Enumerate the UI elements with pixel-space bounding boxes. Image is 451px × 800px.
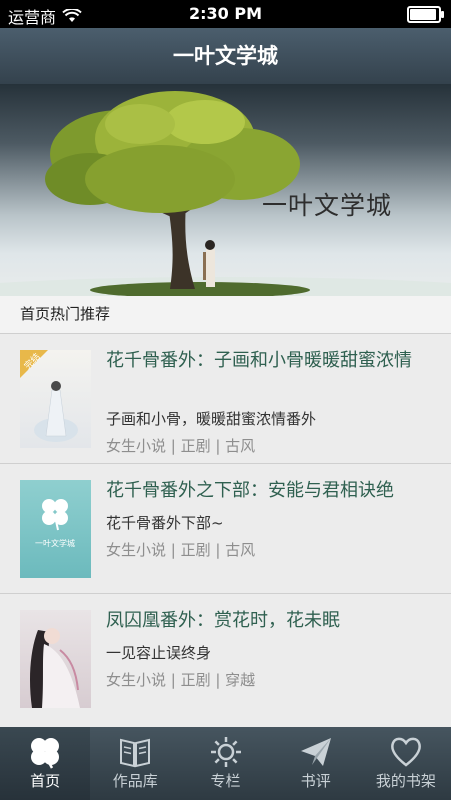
tab-library[interactable]: 作品库: [90, 727, 180, 800]
book-title: 花千骨番外：子画和小骨暖暖甜蜜浓情: [106, 350, 412, 371]
book-title: 花千骨番外之下部：安能与君相诀绝: [106, 480, 394, 501]
book-list-item[interactable]: 完结 花千骨番外：子画和小骨暖暖甜蜜浓情 子画和小骨，暖暖甜蜜浓情番外 女生小说…: [0, 334, 451, 464]
tab-label: 专栏: [210, 772, 241, 790]
heart-icon: [391, 737, 421, 767]
sun-icon: [210, 737, 241, 767]
cover-text: 一叶文学城: [35, 538, 75, 548]
book-tags: 女生小说 | 正剧 | 古风: [106, 437, 256, 455]
tab-column[interactable]: 专栏: [180, 727, 270, 800]
tab-bar: 首页 作品库 专栏 书评 我的书架: [0, 727, 451, 800]
book-list-item[interactable]: 凤囚凰番外：赏花时，花未眠 一见容止误终身 女生小说 | 正剧 | 穿越: [0, 594, 451, 723]
book-title: 凤囚凰番外：赏花时，花未眠: [106, 610, 340, 631]
book-tags: 女生小说 | 正剧 | 古风: [106, 541, 256, 559]
book-cover: 一叶文学城: [20, 480, 91, 578]
book-description: 花千骨番外下部~: [106, 514, 224, 532]
clover-icon: [42, 499, 68, 531]
book-cover: [20, 610, 91, 708]
tab-label: 书评: [300, 772, 331, 790]
tab-label: 我的书架: [375, 772, 436, 790]
tab-reviews[interactable]: 书评: [271, 727, 361, 800]
nav-bar: 一叶文学城: [0, 28, 451, 84]
tab-label: 首页: [30, 772, 61, 790]
section-header: 首页热门推荐: [0, 296, 451, 334]
section-title: 首页热门推荐: [20, 305, 111, 323]
book-list-item[interactable]: 一叶文学城 花千骨番外之下部：安能与君相诀绝 花千骨番外下部~ 女生小说 | 正…: [0, 464, 451, 594]
book-description: 子画和小骨，暖暖甜蜜浓情番外: [106, 410, 317, 428]
paper-plane-icon: [300, 738, 331, 766]
clover-icon: [31, 738, 60, 769]
battery-icon: [407, 6, 444, 23]
page-title: 一叶文学城: [173, 44, 278, 68]
book-tags: 女生小说 | 正剧 | 穿越: [106, 671, 256, 689]
banner-title: 一叶文学城: [262, 191, 393, 220]
book-icon: [120, 738, 151, 768]
book-description: 一见容止误终身: [106, 644, 212, 662]
book-cover: 完结: [20, 350, 91, 448]
tab-bookshelf[interactable]: 我的书架: [361, 727, 451, 800]
status-bar: 运营商 2:30 PM: [0, 0, 451, 28]
hero-banner[interactable]: 一叶文学城: [0, 84, 451, 296]
tab-label: 作品库: [112, 772, 158, 790]
tab-home[interactable]: 首页: [0, 727, 91, 800]
status-time: 2:30 PM: [188, 4, 262, 23]
book-list: 完结 花千骨番外：子画和小骨暖暖甜蜜浓情 子画和小骨，暖暖甜蜜浓情番外 女生小说…: [0, 334, 451, 723]
